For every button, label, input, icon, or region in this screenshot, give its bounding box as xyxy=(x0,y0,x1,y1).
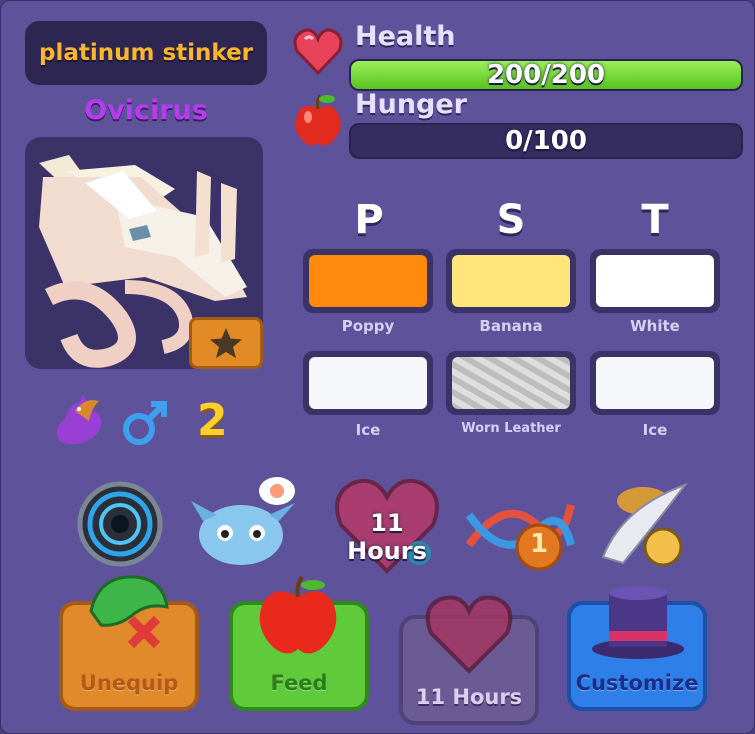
material-name-primary: Ice xyxy=(355,421,381,439)
material-slot-secondary[interactable] xyxy=(446,351,576,415)
pet-age: 2 xyxy=(197,395,228,446)
pet-name-tag[interactable]: platinum stinker xyxy=(25,21,267,85)
heart-timer[interactable]: 11 Hours xyxy=(327,475,447,575)
material-swatch xyxy=(452,357,570,409)
color-slot-primary[interactable] xyxy=(303,249,433,313)
color-swatch xyxy=(452,255,570,307)
dna-count: 1 xyxy=(529,529,549,559)
pet-name: platinum stinker xyxy=(38,40,254,66)
unequip-label: Unequip xyxy=(79,671,179,695)
pet-species: Ovicirus xyxy=(84,95,208,126)
color-swatch xyxy=(596,255,714,307)
feed-label: Feed xyxy=(270,671,328,695)
pet-info-panel: platinum stinker Ovicirus 2 Health 200/2… xyxy=(0,0,755,734)
dna-potion[interactable]: 1 xyxy=(465,485,575,577)
male-gender-icon xyxy=(123,401,167,445)
color-slot-tertiary[interactable] xyxy=(590,249,720,313)
heart-timer-text: 11 Hours xyxy=(347,509,427,565)
thinking-baby-dragon-icon[interactable] xyxy=(191,475,301,571)
secondary-color-header: S xyxy=(496,197,526,243)
dragon-unequip-icon xyxy=(89,575,169,649)
material-swatch xyxy=(596,357,714,409)
material-name-secondary: Worn Leather xyxy=(461,421,561,436)
color-slot-secondary[interactable] xyxy=(446,249,576,313)
tertiary-color-header: T xyxy=(641,197,669,243)
hunger-value: 0/100 xyxy=(505,126,587,156)
color-name-primary: Poppy xyxy=(341,317,395,335)
hunger-bar: 0/100 xyxy=(349,123,743,159)
color-name-secondary: Banana xyxy=(479,317,543,335)
health-value: 200/200 xyxy=(486,60,606,90)
heart-gem-button-icon xyxy=(425,595,513,674)
hours-label: 11 Hours xyxy=(415,685,523,709)
star-icon xyxy=(210,328,242,358)
top-hat-icon xyxy=(592,586,684,659)
favorite-star-button[interactable] xyxy=(189,317,263,369)
portal-ring-icon[interactable] xyxy=(75,479,165,569)
hunger-label: Hunger xyxy=(355,89,467,120)
material-slot-primary[interactable] xyxy=(303,351,433,415)
feathered-hat-icon[interactable] xyxy=(593,477,693,573)
dragon-type-icon xyxy=(57,395,102,444)
customize-label: Customize xyxy=(575,671,699,695)
material-swatch xyxy=(309,357,427,409)
material-slot-tertiary[interactable] xyxy=(590,351,720,415)
health-label: Health xyxy=(355,21,456,52)
color-name-tertiary: White xyxy=(630,317,680,335)
heart-icon xyxy=(293,28,343,76)
apple-feed-icon xyxy=(259,575,337,654)
color-swatch xyxy=(309,255,427,307)
apple-icon xyxy=(295,94,341,146)
primary-color-header: P xyxy=(354,197,384,243)
health-bar: 200/200 xyxy=(349,59,743,91)
material-name-tertiary: Ice xyxy=(642,421,668,439)
